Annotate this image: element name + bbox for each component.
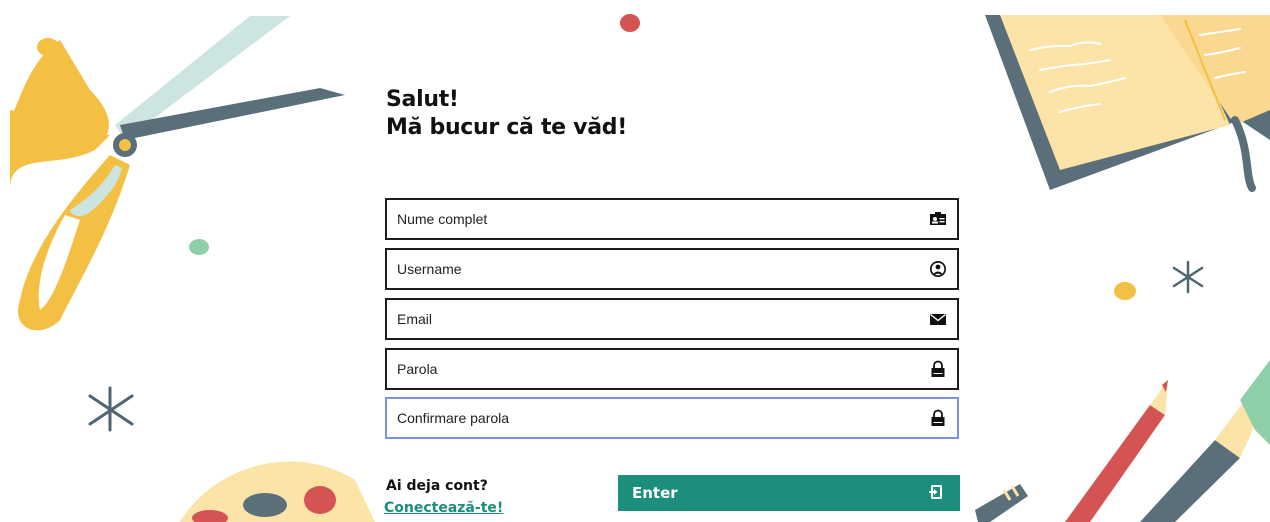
lock-icon bbox=[931, 409, 945, 426]
email-field[interactable] bbox=[385, 298, 959, 340]
asterisk-icon bbox=[1172, 260, 1204, 294]
brush-icon bbox=[1140, 360, 1270, 522]
full-name-input[interactable] bbox=[397, 200, 917, 238]
lock-icon bbox=[931, 360, 945, 377]
confirm-password-field[interactable] bbox=[385, 397, 959, 439]
open-book-icon bbox=[985, 15, 1270, 192]
paint-dot bbox=[620, 14, 640, 32]
brush-icon bbox=[975, 484, 1028, 522]
enter-button[interactable]: Enter bbox=[618, 475, 960, 511]
greeting-line-2: Mă bucur că te văd! bbox=[386, 115, 627, 140]
greeting-heading: Salut! Mă bucur că te văd! bbox=[386, 86, 627, 142]
password-input[interactable] bbox=[397, 350, 917, 388]
confirm-password-input[interactable] bbox=[397, 399, 917, 437]
id-card-icon bbox=[930, 212, 946, 225]
sign-in-icon bbox=[929, 485, 942, 499]
full-name-field[interactable] bbox=[385, 198, 959, 240]
username-input[interactable] bbox=[397, 250, 917, 288]
email-input[interactable] bbox=[397, 300, 917, 338]
paint-dot bbox=[189, 239, 209, 255]
scissors-icon bbox=[10, 16, 345, 331]
login-link[interactable]: Conectează-te! bbox=[384, 500, 503, 516]
asterisk-icon bbox=[88, 386, 134, 432]
palette-icon bbox=[180, 461, 375, 522]
password-field[interactable] bbox=[385, 348, 959, 390]
username-field[interactable] bbox=[385, 248, 959, 290]
enter-button-label: Enter bbox=[632, 484, 678, 502]
user-circle-icon bbox=[930, 261, 946, 277]
paint-dot bbox=[1114, 282, 1136, 300]
pencil-icon bbox=[1065, 380, 1168, 522]
envelope-icon bbox=[930, 313, 946, 325]
greeting-line-1: Salut! bbox=[386, 87, 459, 112]
have-account-text: Ai deja cont? bbox=[386, 478, 488, 494]
